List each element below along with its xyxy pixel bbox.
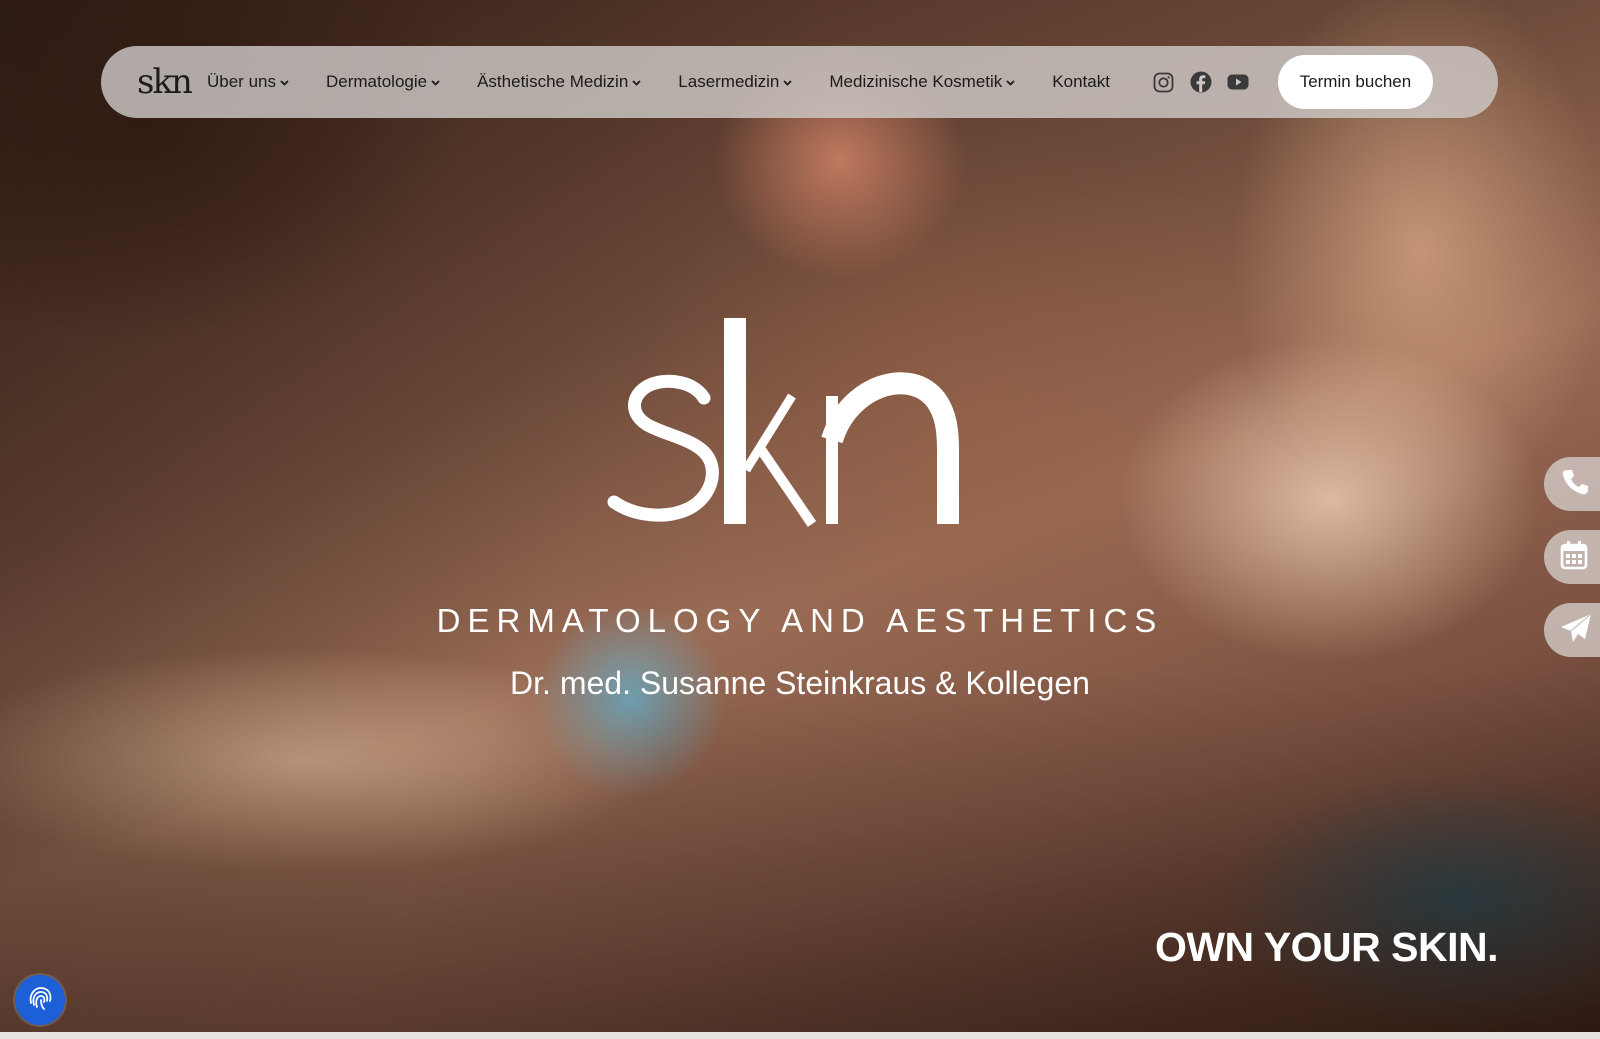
side-tab-calendar[interactable]	[1544, 530, 1600, 584]
instagram-icon[interactable]	[1153, 71, 1175, 93]
chevron-down-icon	[1006, 78, 1015, 89]
nav-item-label: Über uns	[207, 72, 276, 91]
nav-item-label: Kontakt	[1052, 72, 1110, 91]
book-appointment-button[interactable]: Termin buchen	[1277, 55, 1433, 109]
nav-item-label: Ästhetische Medizin	[477, 72, 629, 91]
youtube-icon[interactable]	[1227, 71, 1249, 93]
nav-item-aesthetische-medizin[interactable]: Ästhetische Medizin	[477, 72, 641, 92]
facebook-icon[interactable]	[1190, 71, 1212, 93]
hero-subline: Dr. med. Susanne Steinkraus & Kollegen	[510, 665, 1090, 701]
chevron-down-icon	[632, 78, 641, 89]
nav-item-label: Lasermedizin	[678, 72, 780, 91]
nav-item-dermatologie[interactable]: Dermatologie	[326, 72, 440, 92]
social-links	[1153, 71, 1264, 93]
skn-logo-icon	[607, 318, 959, 527]
nav-item-label: Medizinische Kosmetik	[829, 72, 1003, 91]
main-navigation: skn Über uns Dermatologie Ästhetische Me…	[101, 46, 1498, 118]
hero-tagline: DERMATOLOGY AND AESTHETICS	[436, 602, 1164, 639]
nav-item-label: Dermatologie	[325, 72, 428, 91]
calendar-icon	[1560, 540, 1588, 575]
page-bottom-strip	[0, 1032, 1600, 1039]
nav-item-medizinische-kosmetik[interactable]: Medizinische Kosmetik	[829, 72, 1015, 92]
paper-plane-icon	[1560, 612, 1592, 648]
side-tab-message[interactable]	[1544, 603, 1600, 657]
chevron-down-icon	[280, 78, 289, 89]
chevron-down-icon	[431, 78, 440, 89]
side-tab-phone[interactable]	[1544, 457, 1600, 511]
nav-item-lasermedizin[interactable]: Lasermedizin	[678, 72, 793, 92]
nav-menu: Über uns Dermatologie Ästhetische Medizi…	[207, 72, 1147, 92]
chevron-down-icon	[783, 78, 793, 89]
brand-logo	[600, 300, 1000, 550]
hero-claim: OWN YOUR SKIN.	[1154, 924, 1499, 970]
nav-item-kontakt[interactable]: Kontakt	[1052, 72, 1110, 92]
fingerprint-icon	[25, 983, 55, 1018]
nav-logo[interactable]: skn	[137, 65, 207, 99]
phone-icon	[1560, 467, 1590, 502]
privacy-settings-button[interactable]	[15, 975, 65, 1025]
nav-item-ueber-uns[interactable]: Über uns	[207, 72, 289, 92]
